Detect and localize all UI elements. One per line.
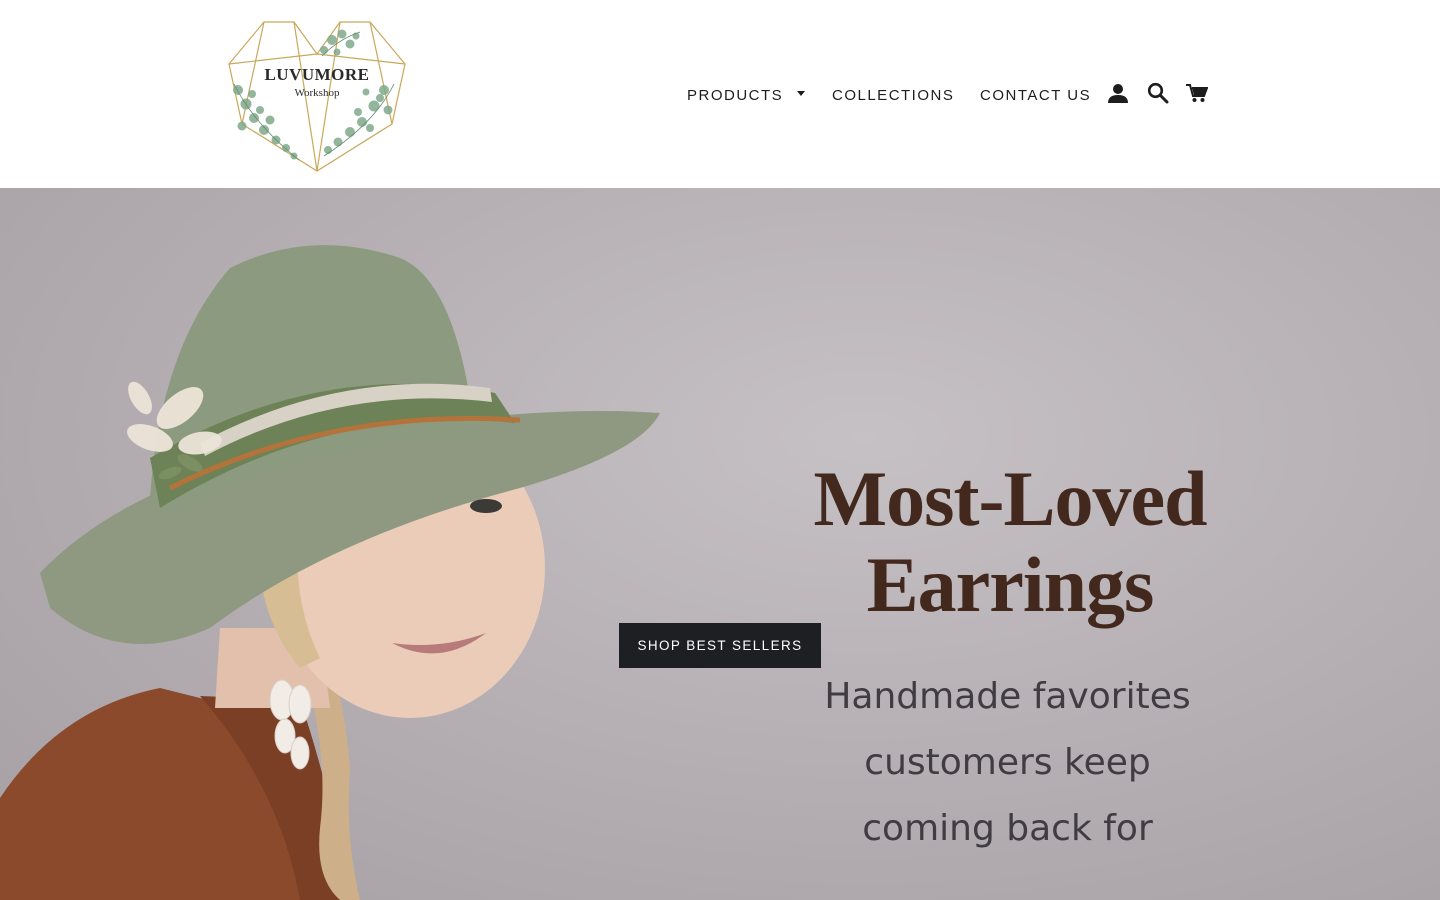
logo[interactable]: LUVUMORE Workshop (224, 14, 410, 174)
search-button[interactable] (1145, 80, 1171, 106)
shop-best-sellers-button[interactable]: Shop Best Sellers (619, 623, 821, 668)
cart-button[interactable] (1184, 80, 1210, 106)
logo-brand-subtitle: Workshop (294, 87, 340, 99)
hero-banner: Most-Loved Earrings Handmade favorites c… (0, 188, 1440, 900)
hero-subheading-line: coming back for (862, 808, 1153, 849)
nav-item-collections[interactable]: Collections (832, 84, 954, 106)
hero-subheading-line: customers keep (864, 742, 1151, 783)
hero-model-photo (0, 245, 660, 900)
hero-subheading: Handmade favorites customers keep coming… (760, 664, 1255, 862)
nav-item-contact-us[interactable]: Contact Us (980, 84, 1091, 106)
hero-headline-line: Earrings (866, 541, 1155, 628)
hero-subheading-line: Handmade favorites (824, 676, 1191, 717)
search-icon (1147, 82, 1169, 104)
cart-icon (1186, 84, 1208, 102)
nav-item-products[interactable]: Products (687, 84, 806, 106)
nav-collections-label: Collections (832, 86, 955, 104)
nav-products-label: Products (687, 86, 784, 104)
logo-brand-name: LUVUMORE (264, 65, 370, 84)
chevron-down-icon (797, 90, 806, 96)
nav-contact-label: Contact Us (980, 86, 1092, 104)
account-icon (1108, 84, 1128, 103)
account-button[interactable] (1105, 80, 1131, 106)
site-header: LUVUMORE Workshop Products Collections C… (0, 0, 1440, 188)
hero-headline: Most-Loved Earrings (760, 456, 1260, 628)
hero-headline-line: Most-Loved (813, 455, 1208, 542)
